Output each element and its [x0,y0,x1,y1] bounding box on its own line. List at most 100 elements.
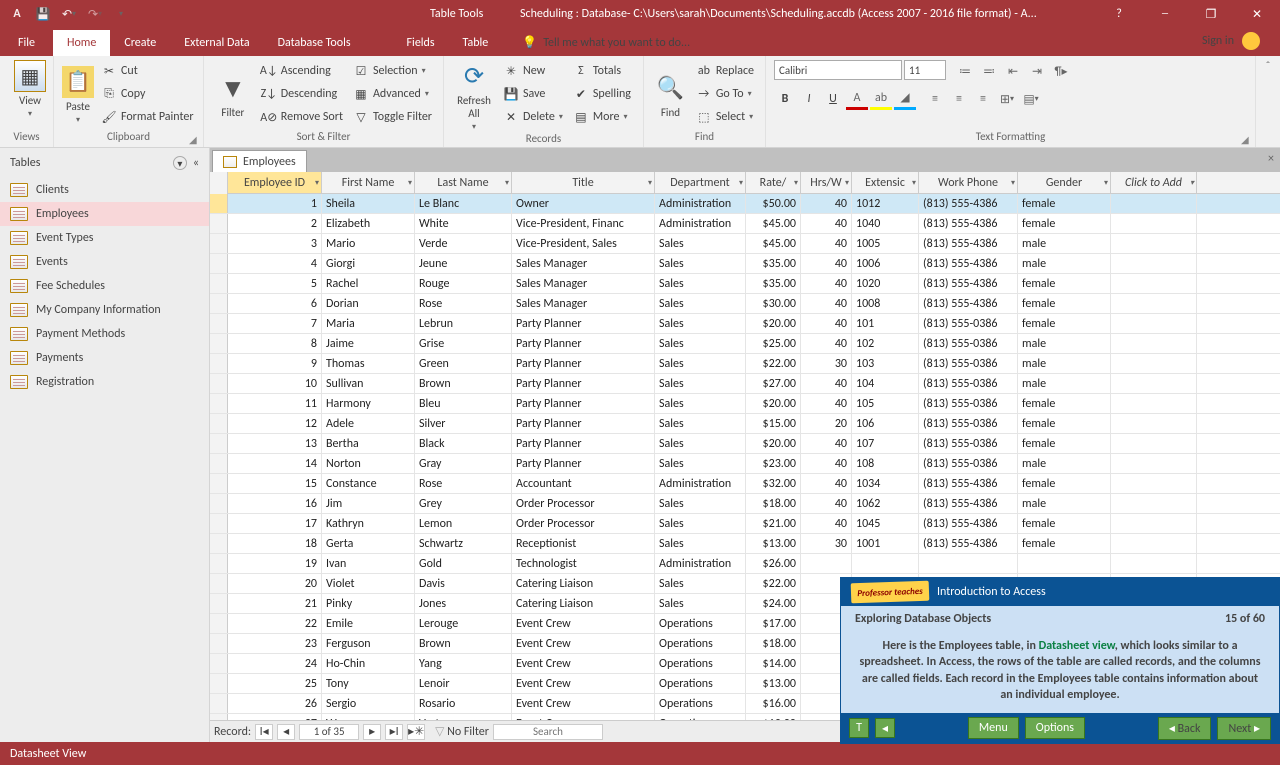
cell[interactable]: Rosario [415,694,512,713]
cell[interactable]: Operations [655,674,746,693]
spelling-button[interactable]: ✔Spelling [570,83,634,105]
qat-customize-icon[interactable]: ▾ [110,3,132,25]
cell[interactable]: Maria [322,314,415,333]
highlight-icon[interactable]: ab [870,88,892,110]
cell[interactable]: 1062 [852,494,919,513]
cell[interactable] [1111,554,1197,573]
cell[interactable]: 1 [228,194,322,213]
cell[interactable] [1111,214,1197,233]
table-row[interactable]: 18GertaSchwartzReceptionistSales$13.0030… [210,534,1280,554]
cell[interactable]: Rose [415,474,512,493]
cell[interactable]: male [1018,374,1111,393]
help-icon[interactable]: ? [1096,0,1142,28]
table-row[interactable]: 2ElizabethWhiteVice-President, FinancAdm… [210,214,1280,234]
cell[interactable]: $27.00 [746,374,801,393]
cell[interactable]: Administration [655,194,746,213]
table-row[interactable]: 5RachelRougeSales ManagerSales$35.004010… [210,274,1280,294]
cell[interactable]: Party Planner [512,414,655,433]
cell[interactable]: 40 [801,214,852,233]
cell[interactable]: Sales [655,274,746,293]
cell[interactable]: Receptionist [512,534,655,553]
tab-home[interactable]: Home [53,30,110,56]
cell[interactable]: Bleu [415,394,512,413]
cell[interactable]: Mario [322,234,415,253]
cell[interactable]: Party Planner [512,374,655,393]
cell[interactable]: (813) 555-0386 [919,334,1018,353]
cell[interactable]: (813) 555-4386 [919,474,1018,493]
format-painter-button[interactable]: 🖌Format Painter [98,106,197,128]
cell[interactable]: $32.00 [746,474,801,493]
cell[interactable]: $24.00 [746,594,801,613]
cell[interactable]: Le Blanc [415,194,512,213]
cell[interactable]: 40 [801,274,852,293]
cell[interactable]: 40 [801,514,852,533]
cell[interactable]: Party Planner [512,394,655,413]
cell[interactable]: 10 [228,374,322,393]
cell[interactable]: 1040 [852,214,919,233]
cell[interactable]: 12 [228,414,322,433]
cell[interactable] [1111,394,1197,413]
cell[interactable]: Order Processor [512,494,655,513]
cell[interactable]: female [1018,514,1111,533]
cell[interactable]: 40 [801,434,852,453]
cell[interactable]: female [1018,534,1111,553]
table-row[interactable]: 8JaimeGriseParty PlannerSales$25.0040102… [210,334,1280,354]
collapse-ribbon-icon[interactable]: ˆ [1256,56,1280,147]
feedback-smiley-icon[interactable] [1242,32,1260,50]
column-dropdown-icon[interactable]: ▾ [794,178,798,188]
cell[interactable]: Green [415,354,512,373]
cell[interactable] [1111,494,1197,513]
cell[interactable]: 15 [228,474,322,493]
cell[interactable]: Jones [415,594,512,613]
cell[interactable]: female [1018,194,1111,213]
cell[interactable]: Sales [655,594,746,613]
cell[interactable]: 40 [801,454,852,473]
cell[interactable]: female [1018,394,1111,413]
cell[interactable] [1111,354,1197,373]
prev-record-icon[interactable]: ◂ [277,724,295,740]
cell[interactable]: 104 [852,374,919,393]
table-row[interactable]: 4GiorgiJeuneSales ManagerSales$35.004010… [210,254,1280,274]
cell[interactable]: 7 [228,314,322,333]
italic-icon[interactable]: I [798,88,820,110]
delete-button[interactable]: ✕Delete▾ [500,106,566,128]
cell[interactable]: (813) 555-0386 [919,434,1018,453]
next-record-icon[interactable]: ▸ [363,724,381,740]
text-direction-icon[interactable]: ¶▸ [1050,60,1072,82]
cell[interactable]: Bertha [322,434,415,453]
table-row[interactable]: 13BerthaBlackParty PlannerSales$20.00401… [210,434,1280,454]
cell[interactable] [852,554,919,573]
cell[interactable]: 108 [852,454,919,473]
cell[interactable]: 20 [228,574,322,593]
tutorial-back-button[interactable]: ◂ Back [1158,717,1212,740]
new-button[interactable]: ✳New [500,60,566,82]
restore-icon[interactable]: ❐ [1188,0,1234,28]
cell[interactable] [1111,534,1197,553]
tutorial-rewind-icon[interactable]: ◂ [875,718,895,738]
table-row[interactable]: 1SheilaLe BlancOwnerAdministration$50.00… [210,194,1280,214]
underline-icon[interactable]: U [822,88,844,110]
row-selector[interactable] [210,614,228,633]
nav-item-my-company-information[interactable]: My Company Information [0,298,209,322]
cell[interactable]: (813) 555-4386 [919,494,1018,513]
cell[interactable]: Sales [655,534,746,553]
cell[interactable]: Accountant [512,474,655,493]
toggle-filter-button[interactable]: ▽Toggle Filter [350,106,435,128]
align-right-icon[interactable]: ≡ [972,88,994,110]
cell[interactable]: Sales Manager [512,274,655,293]
cell[interactable]: Administration [655,474,746,493]
cell[interactable]: Emile [322,614,415,633]
row-selector[interactable] [210,314,228,333]
column-header[interactable]: Department▾ [655,172,746,193]
cell[interactable]: Constance [322,474,415,493]
cell[interactable]: Pinky [322,594,415,613]
cell[interactable]: (813) 555-4386 [919,294,1018,313]
cell[interactable]: Jim [322,494,415,513]
cell[interactable]: Sales [655,574,746,593]
nav-collapse-icon[interactable]: « [193,156,199,170]
cell[interactable]: Ferguson [322,634,415,653]
cell[interactable]: 105 [852,394,919,413]
tab-file[interactable]: File [0,30,53,56]
cell[interactable] [1111,254,1197,273]
cell[interactable]: $23.00 [746,454,801,473]
